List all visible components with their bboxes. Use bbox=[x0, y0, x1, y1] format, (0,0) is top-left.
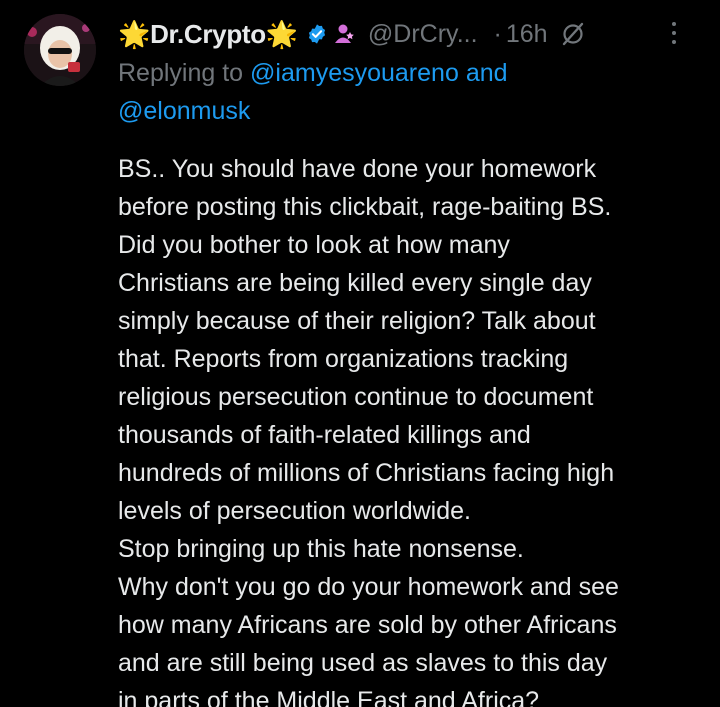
mention-link[interactable]: @elonmusk bbox=[118, 97, 250, 125]
more-options-icon[interactable] bbox=[672, 22, 676, 44]
tweet-reply[interactable]: 🌟Dr.Crypto🌟 @DrCry... · 16h Replying to … bbox=[0, 0, 720, 707]
text-line: before posting this clickbait, rage-bait… bbox=[118, 193, 612, 221]
author-name[interactable]: 🌟Dr.Crypto🌟 bbox=[118, 19, 298, 50]
text-line: that. Reports from organizations trackin… bbox=[118, 345, 569, 373]
grok-icon[interactable] bbox=[560, 21, 586, 47]
text-line: how many Africans are sold by other Afri… bbox=[118, 611, 617, 639]
text-line: BS.. You should have done your homework bbox=[118, 155, 597, 183]
more-dot bbox=[672, 40, 676, 44]
text-line: simply because of their religion? Talk a… bbox=[118, 307, 596, 335]
avatar[interactable] bbox=[24, 14, 96, 86]
text-line: levels of persecution worldwide. bbox=[118, 497, 471, 525]
text-line: Did you bother to look at how many bbox=[118, 231, 510, 259]
text-line: and are still being used as slaves to th… bbox=[118, 649, 608, 677]
text-line: in parts of the Middle East and Africa? bbox=[118, 687, 540, 707]
text-line: Christians are being killed every single… bbox=[118, 269, 592, 297]
name-emoji-left: 🌟 bbox=[118, 18, 151, 49]
display-name: Dr.Crypto bbox=[150, 18, 266, 49]
name-emoji-right: 🌟 bbox=[265, 18, 298, 49]
tweet-text: BS.. You should have done your homework … bbox=[118, 150, 708, 707]
tweet-content: 🌟Dr.Crypto🌟 @DrCry... · 16h Replying to … bbox=[118, 14, 708, 707]
author-handle[interactable]: @DrCry... bbox=[368, 20, 478, 49]
more-dot bbox=[672, 31, 676, 35]
tweet-header: 🌟Dr.Crypto🌟 @DrCry... · 16h bbox=[118, 14, 708, 54]
text-line: thousands of faith-related killings and bbox=[118, 421, 531, 449]
text-line: Why don't you go do your homework and se… bbox=[118, 573, 619, 601]
text-line: hundreds of millions of Christians facin… bbox=[118, 459, 615, 487]
verified-badge-icon bbox=[306, 23, 328, 45]
text-line: Stop bringing up this hate nonsense. bbox=[118, 535, 524, 563]
more-dot bbox=[672, 22, 676, 26]
replying-prefix: Replying to bbox=[118, 59, 244, 87]
mention-link[interactable]: @iamyesyouareno bbox=[250, 59, 459, 87]
separator-dot: · bbox=[493, 19, 502, 48]
timestamp[interactable]: 16h bbox=[506, 20, 548, 49]
reply-context: Replying to @iamyesyouareno and @elonmus… bbox=[118, 54, 708, 130]
affiliate-user-icon bbox=[334, 23, 358, 45]
mention-joiner[interactable]: and bbox=[466, 59, 508, 87]
text-line: religious persecution continue to docume… bbox=[118, 383, 594, 411]
